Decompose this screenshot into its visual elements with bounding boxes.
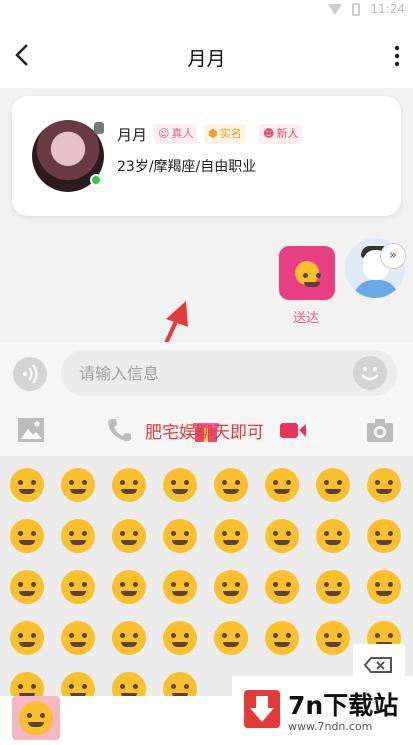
more-menu-icon[interactable] <box>391 44 403 68</box>
emoji-key[interactable] <box>265 621 299 655</box>
profile-avatar-wrap <box>32 120 104 192</box>
badge-new-label: 新人 <box>276 127 299 140</box>
emoji-category-tab[interactable] <box>12 696 60 740</box>
online-status-dot <box>90 174 102 186</box>
annotation-text: 肥宅娱聊天即可 <box>145 423 264 443</box>
profile-card[interactable]: 月月 ☺ 真人 ⬢ 实名 ☻ 新人 23岁/摩羯座/自由职业 <box>12 96 401 216</box>
emoji-key[interactable] <box>61 672 95 696</box>
emoji-key[interactable] <box>10 672 44 696</box>
camera-icon[interactable] <box>366 417 394 443</box>
emoji-key[interactable] <box>367 468 401 502</box>
emoji-key[interactable] <box>112 672 146 696</box>
badge-real-icon: ☺ <box>158 127 170 140</box>
emoji-key[interactable] <box>61 468 95 502</box>
emoji-key[interactable] <box>112 519 146 553</box>
emoji-key[interactable] <box>112 621 146 655</box>
profile-info: 23岁/摩羯座/自由职业 <box>117 159 257 175</box>
badge-real-label: 真人 <box>171 127 194 140</box>
emoji-key[interactable] <box>163 570 197 604</box>
toolbar: 肥宅娱聊天即可 <box>0 404 413 456</box>
emoji-key[interactable] <box>214 468 248 502</box>
emoji-key[interactable] <box>265 468 299 502</box>
status-icons: 11:24 <box>328 2 405 16</box>
chat-header: 月月 <box>0 22 413 88</box>
emoji-key[interactable] <box>265 519 299 553</box>
badge-verified-icon: ⬢ <box>208 127 218 140</box>
badge-new-icon: ☻ <box>263 127 275 140</box>
watermark-url: www.7ndn.com <box>288 720 373 733</box>
emoji-key[interactable] <box>61 519 95 553</box>
emoji-key[interactable] <box>10 468 44 502</box>
double-chevron-icon[interactable]: » <box>380 243 406 269</box>
emoji-key[interactable] <box>10 519 44 553</box>
emoji-key[interactable] <box>214 621 248 655</box>
emoji-key[interactable] <box>265 570 299 604</box>
emoji-key[interactable] <box>367 570 401 604</box>
profile-name: 月月 <box>117 126 148 144</box>
voice-input-icon[interactable] <box>13 357 47 391</box>
emoji-key[interactable] <box>10 621 44 655</box>
delivery-status: 送达 <box>293 311 320 326</box>
wifi-icon <box>328 3 343 15</box>
status-bar: 11:24 <box>0 0 413 22</box>
emoji-key[interactable] <box>316 621 350 655</box>
emoji-key[interactable] <box>112 468 146 502</box>
emoji-key[interactable] <box>61 570 95 604</box>
message-input[interactable] <box>61 350 397 396</box>
emoji-key[interactable] <box>367 519 401 553</box>
emoji-key[interactable] <box>214 570 248 604</box>
emoji-key[interactable] <box>163 621 197 655</box>
emoji-key[interactable] <box>163 519 197 553</box>
badge-verified-label: 实名 <box>219 127 242 140</box>
grin-emoji-icon <box>295 261 320 287</box>
emoji-key[interactable] <box>214 519 248 553</box>
real-person-badge: ☺ 真人 <box>154 124 198 144</box>
emoji-key[interactable] <box>163 468 197 502</box>
watermark: 7n下载站 www.7ndn.com <box>232 676 413 745</box>
image-icon[interactable] <box>17 417 45 443</box>
download-logo-icon <box>244 690 280 728</box>
emoji-key[interactable] <box>10 570 44 604</box>
chat-area: 月月 ☺ 真人 ⬢ 实名 ☻ 新人 23岁/摩羯座/自由职业 送达 » <box>0 88 413 342</box>
emoji-key[interactable] <box>316 519 350 553</box>
emoji-panel <box>0 456 413 696</box>
status-time: 11:24 <box>370 2 405 16</box>
watermark-brand: 7n下载站 <box>288 691 399 720</box>
emoji-key[interactable] <box>316 570 350 604</box>
emoji-key[interactable] <box>163 672 197 696</box>
input-bar <box>0 342 413 404</box>
video-call-icon[interactable] <box>279 417 307 443</box>
new-user-badge: ☻ 新人 <box>259 124 303 144</box>
phone-icon[interactable] <box>105 417 133 443</box>
emoji-keyboard-icon[interactable] <box>353 356 387 390</box>
verified-badge: ⬢ 实名 <box>204 124 246 144</box>
battery-icon <box>352 2 361 16</box>
avatar-shirt <box>353 280 399 298</box>
emoji-key[interactable] <box>316 468 350 502</box>
emoji-key[interactable] <box>61 621 95 655</box>
gender-icon <box>94 122 104 134</box>
page-title: 月月 <box>187 48 226 70</box>
grin-emoji-icon <box>19 701 53 735</box>
sent-emoji-message[interactable] <box>279 246 335 300</box>
emoji-key[interactable] <box>112 570 146 604</box>
